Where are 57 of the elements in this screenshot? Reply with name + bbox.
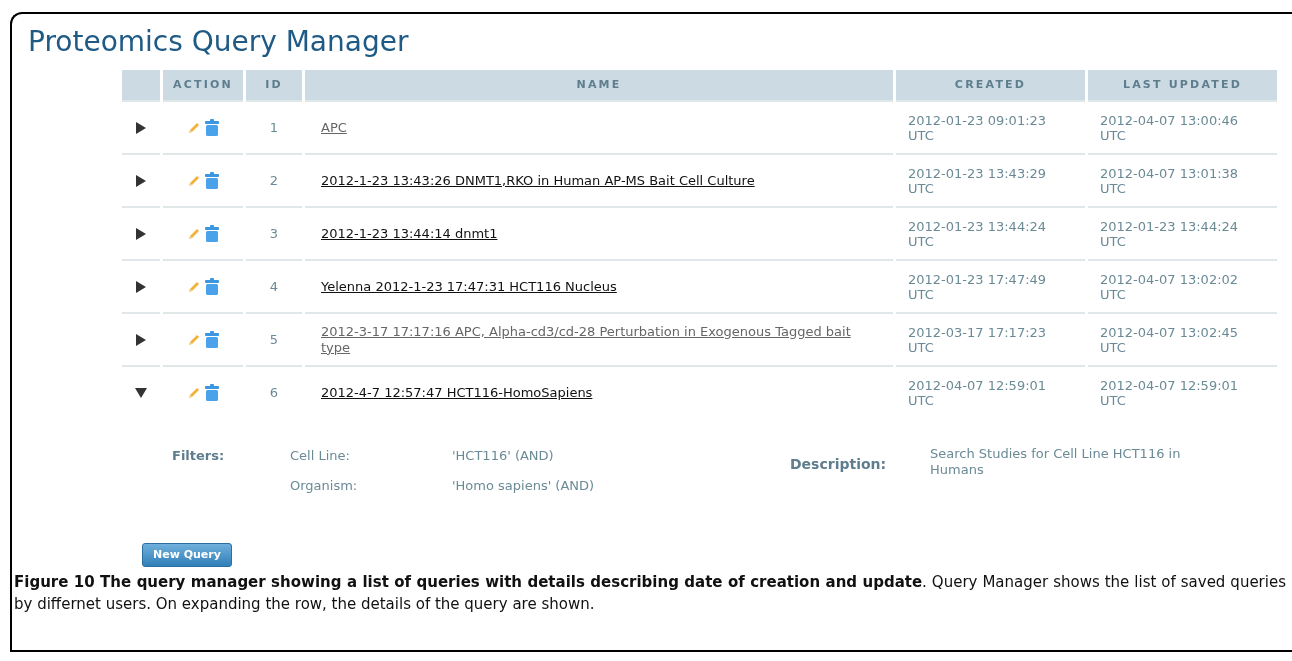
updated-cell-text: 2012-04-07 13:00:46 UTC <box>1100 112 1240 143</box>
trash-icon[interactable] <box>205 278 219 295</box>
updated-cell-text: 2012-01-23 13:44:24 UTC <box>1100 218 1240 249</box>
column-header: NAME <box>305 70 893 100</box>
id-cell-text: 3 <box>269 224 279 243</box>
column-header: ID <box>246 70 302 100</box>
filters-label: Filters: <box>172 447 226 465</box>
filter-label: Organism: <box>290 476 359 495</box>
pencil-icon[interactable] <box>187 120 201 135</box>
query-name-link[interactable]: 2012-4-7 12:57:47 HCT116-HomoSapiens <box>321 384 593 401</box>
page-title: Proteomics Query Manager <box>28 24 410 60</box>
description-text: Search Studies for Cell Line HCT116 in Humans <box>930 446 1182 479</box>
expand-arrow-icon[interactable] <box>135 174 147 187</box>
updated-cell-text: 2012-04-07 13:02:02 UTC <box>1100 271 1240 302</box>
id-cell-text: 6 <box>269 383 279 402</box>
column-header <box>122 70 160 100</box>
created-cell-text: 2012-01-23 09:01:23 UTC <box>908 112 1048 143</box>
id-cell-text: 4 <box>269 277 279 296</box>
trash-icon[interactable] <box>205 119 219 136</box>
id-cell-text: 5 <box>269 330 279 349</box>
filter-label: Cell Line: <box>290 447 351 465</box>
id-cell-text: 1 <box>269 118 279 137</box>
filter-value: 'Homo sapiens' (AND) <box>452 476 595 495</box>
created-cell-text: 2012-03-17 17:17:23 UTC <box>908 324 1048 355</box>
updated-cell-text: 2012-04-07 13:02:45 UTC <box>1100 324 1240 355</box>
expand-arrow-icon[interactable] <box>135 227 147 240</box>
figure-caption: Figure 10 The query manager showing a list of queries with details describing date of creation and update. Query Manager shows the list of saved queries by differnet users. On expanding the row, the details of the query are shown. <box>14 572 1286 616</box>
created-cell-text: 2012-04-07 12:59:01 UTC <box>908 377 1048 408</box>
created-cell-text: 2012-01-23 13:43:29 UTC <box>908 165 1048 196</box>
query-name-link[interactable]: Yelenna 2012-1-23 17:47:31 HCT116 Nucleus <box>321 278 617 295</box>
query-name-link[interactable]: APC <box>321 119 347 136</box>
expand-arrow-icon[interactable] <box>135 280 147 293</box>
updated-cell-text: 2012-04-07 13:01:38 UTC <box>1100 165 1240 196</box>
pencil-icon[interactable] <box>187 332 201 347</box>
query-name-link[interactable]: 2012-3-17 17:17:16 APC, Alpha-cd3/cd-28 Perturbation in Exogenous Tagged bait type <box>321 323 877 356</box>
created-cell-text: 2012-01-23 17:47:49 UTC <box>908 271 1048 302</box>
pencil-icon[interactable] <box>187 385 201 400</box>
column-header: LAST UPDATED <box>1088 70 1277 100</box>
updated-cell-text: 2012-04-07 12:59:01 UTC <box>1100 377 1240 408</box>
query-name-link[interactable]: 2012-1-23 13:43:26 DNMT1,RKO in Human AP-MS Bait Cell Culture <box>321 172 755 189</box>
query-name-link[interactable]: 2012-1-23 13:44:14 dnmt1 <box>321 225 498 242</box>
pencil-icon[interactable] <box>187 226 201 241</box>
trash-icon[interactable] <box>205 384 219 401</box>
description-label: Description: <box>790 455 888 474</box>
pencil-icon[interactable] <box>187 173 201 188</box>
expand-arrow-icon[interactable] <box>135 333 147 346</box>
expand-arrow-icon[interactable] <box>135 121 147 134</box>
created-cell-text: 2012-01-23 13:44:24 UTC <box>908 218 1048 249</box>
collapse-arrow-icon[interactable] <box>135 386 147 399</box>
pencil-icon[interactable] <box>187 279 201 294</box>
trash-icon[interactable] <box>205 172 219 189</box>
filter-value: 'HCT116' (AND) <box>452 447 554 465</box>
column-header: CREATED <box>896 70 1085 100</box>
trash-icon[interactable] <box>205 331 219 348</box>
trash-icon[interactable] <box>205 225 219 242</box>
id-cell-text: 2 <box>269 171 279 190</box>
column-header: ACTION <box>163 70 243 100</box>
